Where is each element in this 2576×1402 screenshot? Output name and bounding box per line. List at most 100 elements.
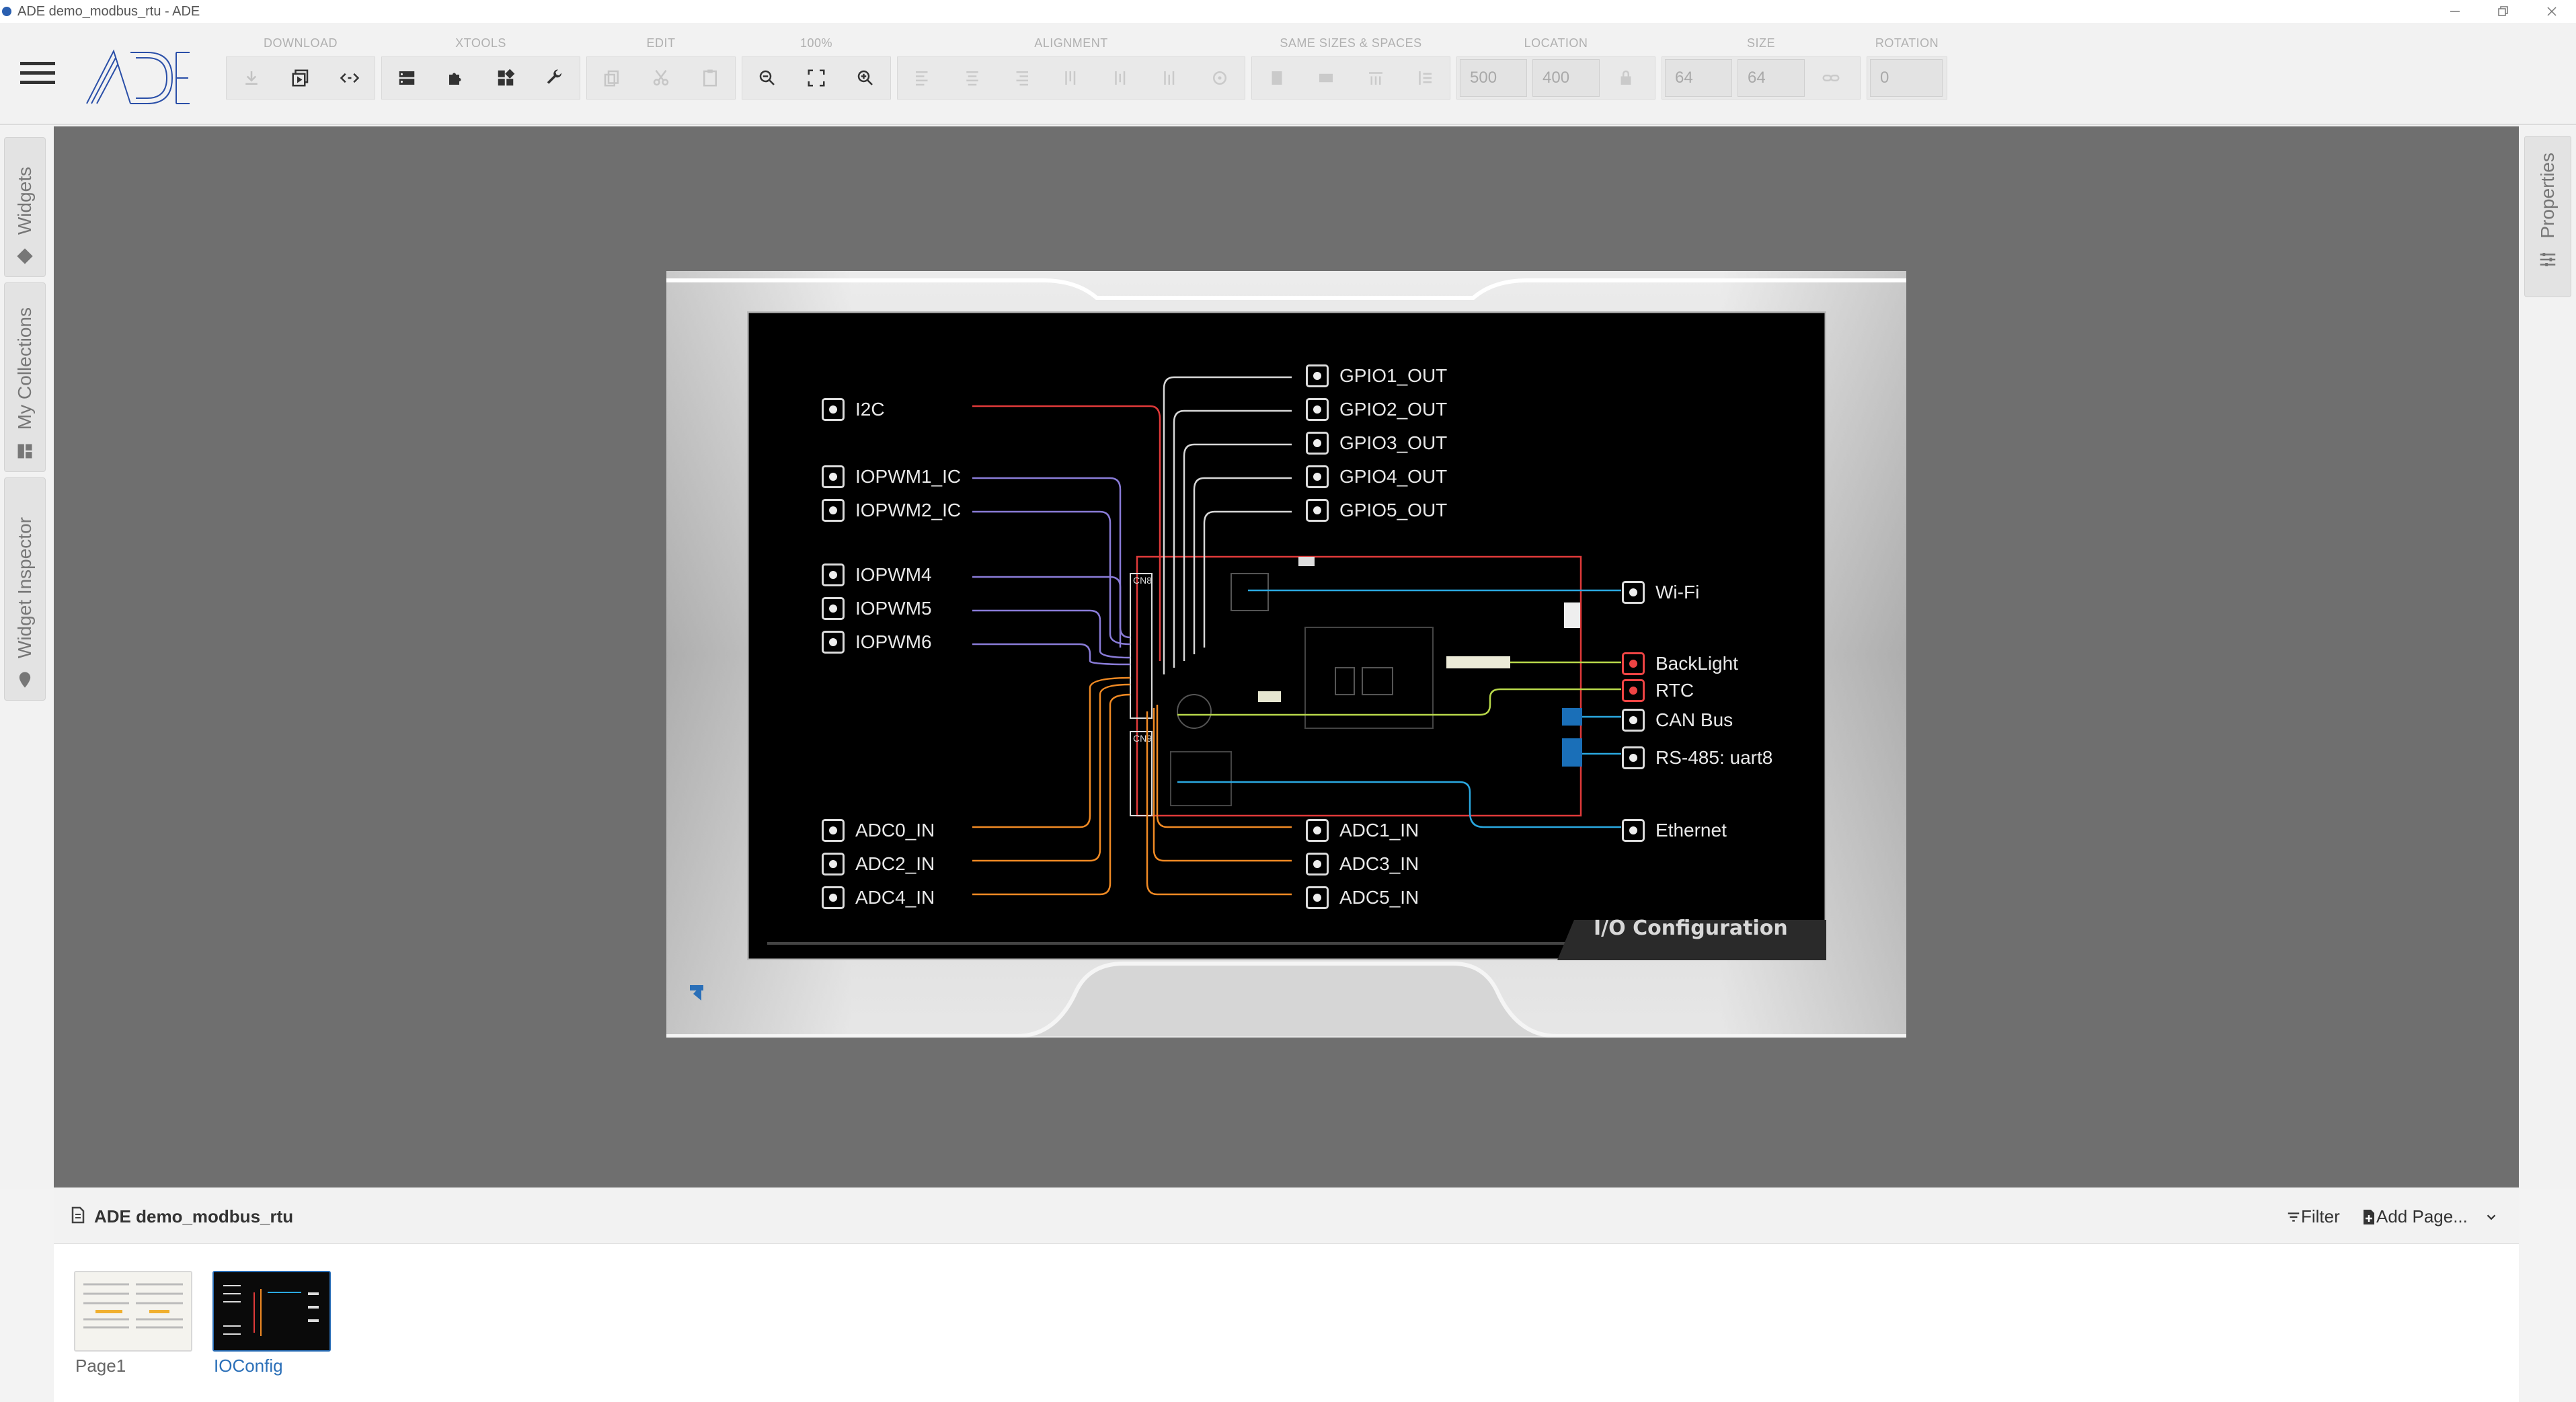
group-label-same-sizes: SAME SIZES & SPACES (1280, 36, 1422, 50)
pin-gpio2-out[interactable]: GPIO2_OUT (1306, 398, 1447, 421)
align-right-icon[interactable] (997, 57, 1046, 99)
size-width-field[interactable]: 64 (1665, 59, 1732, 97)
server-icon[interactable] (382, 57, 432, 99)
pin-iopwm6[interactable]: IOPWM6 (822, 631, 932, 654)
io-pin-icon (1306, 398, 1329, 421)
group-label-rotation: ROTATION (1875, 36, 1939, 50)
pin-can-bus[interactable]: CAN Bus (1622, 709, 1733, 732)
zoom-in-icon[interactable] (841, 57, 890, 99)
widgets-tab[interactable]: Widgets (4, 137, 46, 277)
pin-gpio5-out[interactable]: GPIO5_OUT (1306, 499, 1447, 522)
restore-icon[interactable] (2479, 0, 2528, 23)
pin-wifi[interactable]: Wi-Fi (1622, 581, 1699, 604)
zoom-out-icon[interactable] (742, 57, 791, 99)
lock-icon[interactable] (1602, 57, 1649, 99)
puzzle-icon[interactable] (432, 57, 481, 99)
align-center-icon[interactable] (947, 57, 997, 99)
pin-gpio4-out[interactable]: GPIO4_OUT (1306, 465, 1447, 488)
io-pin-icon (822, 499, 845, 522)
group-label-alignment: ALIGNMENT (1034, 36, 1108, 50)
pin-ethernet[interactable]: Ethernet (1622, 819, 1727, 842)
pin-rtc[interactable]: RTC (1622, 679, 1694, 702)
io-pin-icon (1306, 499, 1329, 522)
my-collections-tab[interactable]: My Collections (4, 282, 46, 472)
add-page-button[interactable]: Add Page... (2362, 1206, 2499, 1227)
align-top-icon[interactable] (1046, 57, 1096, 99)
pin-rs485-uart8[interactable]: RS-485: uart8 (1622, 746, 1772, 769)
inspector-pin-icon (19, 672, 31, 688)
align-bottom-icon[interactable] (1146, 57, 1196, 99)
page-label-page1[interactable]: Page1 (75, 1356, 126, 1376)
sliders-icon (2540, 252, 2556, 266)
location-group: 500 400 (1456, 56, 1655, 100)
ade-app-icon (2, 7, 11, 16)
pin-adc4-in[interactable]: ADC4_IN (822, 886, 935, 909)
widgets-icon[interactable] (481, 57, 531, 99)
pin-gpio3-out[interactable]: GPIO3_OUT (1306, 432, 1447, 455)
io-pin-icon (822, 819, 845, 842)
pin-gpio1-out[interactable]: GPIO1_OUT (1306, 364, 1447, 387)
pin-iopwm5[interactable]: IOPWM5 (822, 597, 932, 620)
pin-adc0-in[interactable]: ADC0_IN (822, 819, 935, 842)
download-icon[interactable] (227, 57, 276, 99)
pin-adc5-in[interactable]: ADC5_IN (1306, 886, 1419, 909)
io-pin-icon (1622, 581, 1645, 604)
page-label-ioconfig[interactable]: IOConfig (214, 1356, 283, 1376)
pin-adc2-in[interactable]: ADC2_IN (822, 853, 935, 875)
pin-iopwm2-ic[interactable]: IOPWM2_IC (822, 499, 961, 522)
link-icon[interactable] (1807, 57, 1855, 99)
preview-icon[interactable] (276, 57, 325, 99)
space-h-icon[interactable] (1351, 57, 1401, 99)
size-height-field[interactable]: 64 (1738, 59, 1805, 97)
io-pin-icon (1306, 465, 1329, 488)
properties-tab[interactable]: Properties (2524, 136, 2571, 297)
pin-iopwm1-ic[interactable]: IOPWM1_IC (822, 465, 961, 488)
space-v-icon[interactable] (1401, 57, 1450, 99)
pin-backlight[interactable]: BackLight (1622, 652, 1738, 675)
fit-icon[interactable] (791, 57, 841, 99)
pin-iopwm4[interactable]: IOPWM4 (822, 563, 932, 586)
same-height-icon[interactable] (1302, 57, 1352, 99)
close-icon[interactable] (2528, 0, 2576, 23)
group-label-download: DOWNLOAD (263, 36, 338, 50)
paste-icon[interactable] (686, 57, 735, 99)
ade-logo (86, 49, 190, 104)
align-target-icon[interactable] (1195, 57, 1245, 99)
page-thumbnail-ioconfig[interactable] (212, 1271, 331, 1352)
rotation-field[interactable]: 0 (1870, 59, 1943, 97)
properties-tab-label: Properties (2537, 153, 2558, 239)
same-width-icon[interactable] (1252, 57, 1302, 99)
align-left-icon[interactable] (898, 57, 947, 99)
location-x-field[interactable]: 500 (1460, 59, 1527, 97)
widgets-tab-label: Widgets (14, 166, 35, 235)
copy-icon[interactable] (587, 57, 636, 99)
zoom-group (742, 56, 891, 100)
zoom-level-label: 100% (799, 36, 833, 50)
widget-inspector-tab-label: Widget Inspector (14, 516, 35, 658)
pin-adc3-in[interactable]: ADC3_IN (1306, 853, 1419, 875)
pin-adc1-in[interactable]: ADC1_IN (1306, 819, 1419, 842)
align-middle-icon[interactable] (1096, 57, 1146, 99)
add-page-icon (2364, 1209, 2374, 1224)
location-y-field[interactable]: 400 (1532, 59, 1600, 97)
minimize-icon[interactable] (2431, 0, 2479, 23)
filter-button[interactable]: Filter (2286, 1206, 2340, 1227)
download-group (226, 56, 375, 100)
cut-icon[interactable] (636, 57, 685, 99)
hamburger-menu-icon[interactable] (20, 62, 55, 89)
io-pin-icon (822, 563, 845, 586)
group-label-edit: EDIT (646, 36, 676, 50)
page-thumbnail-page1[interactable] (74, 1271, 192, 1352)
pin-i2c[interactable]: I2C (822, 398, 885, 421)
code-icon[interactable] (325, 57, 375, 99)
same-sizes-group (1251, 56, 1450, 100)
widget-inspector-tab[interactable]: Widget Inspector (4, 477, 46, 701)
io-pin-icon (822, 631, 845, 654)
wrench-icon[interactable] (531, 57, 580, 99)
group-label-location: LOCATION (1524, 36, 1588, 50)
edit-group (586, 56, 736, 100)
io-pin-icon (822, 398, 845, 421)
project-name: ADE demo_modbus_rtu (94, 1206, 294, 1226)
rotation-group: 0 (1867, 56, 1947, 100)
page1-preview-image (75, 1272, 191, 1350)
